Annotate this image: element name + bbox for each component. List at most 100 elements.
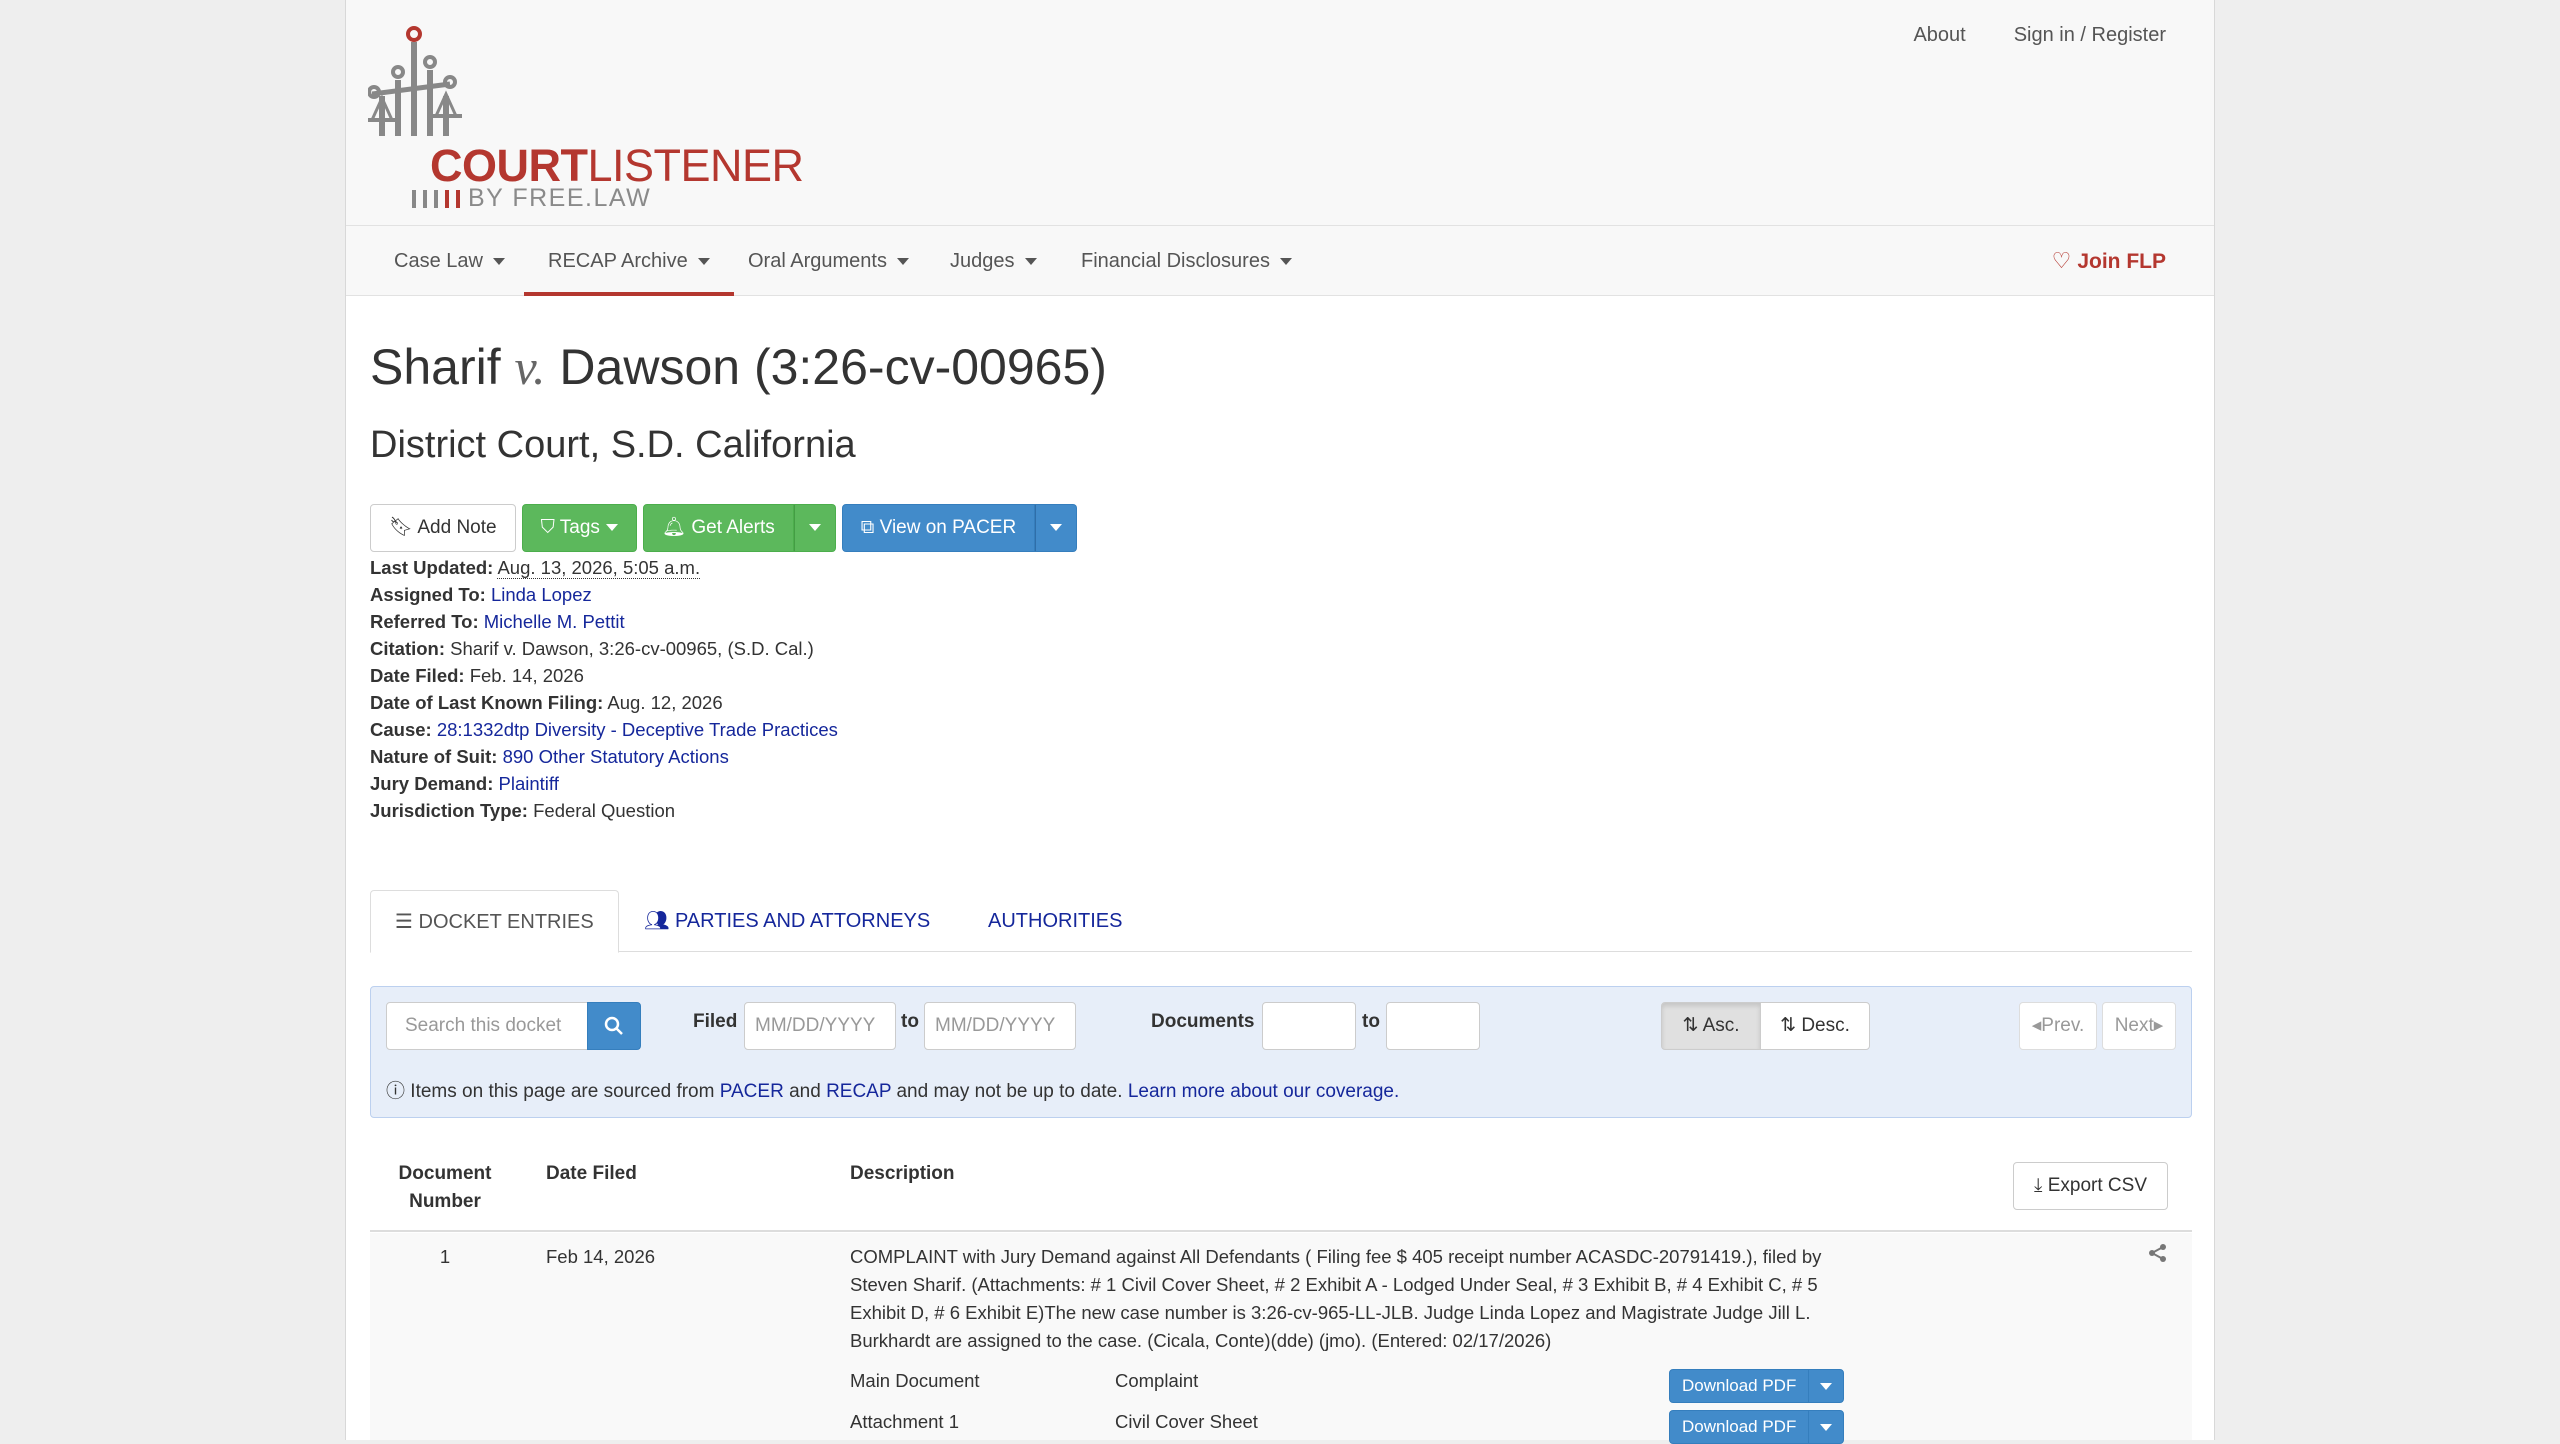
attachment-1-link[interactable]: Attachment 1 [850,1408,959,1436]
tab-docket-label: DOCKET ENTRIES [418,911,594,933]
view-on-pacer-button[interactable]: ⧉ View on PACER [841,504,1036,552]
filed-to-input[interactable]: MM/DD/YYYY [924,1002,1076,1050]
coverage-link[interactable]: Learn more about our coverage. [1128,1081,1399,1102]
pacer-link[interactable]: PACER [720,1081,784,1102]
tab-docket-entries[interactable]: ☰ DOCKET ENTRIES [370,890,619,953]
referred-judge-link[interactable]: Michelle M. Pettit [484,611,625,632]
share-icon[interactable] [2148,1243,2168,1263]
table-row: 1 Feb 14, 2026 COMPLAINT with Jury Deman… [370,1233,2192,1444]
scales-logo-icon [368,26,462,136]
col-document-number: Document Number [370,1160,520,1216]
page: COURTLISTENER BY FREE.LAW About Sign in … [345,0,2215,1444]
meta-citation: Citation: Sharif v. Dawson, 3:26-cv-0096… [370,635,838,662]
to-label: to [901,1011,919,1032]
recap-link[interactable]: RECAP [826,1081,891,1102]
add-note-label: Add Note [417,517,497,538]
coverage-notice: ⓘ Items on this page are sourced from PA… [386,1076,1399,1103]
meta-label: Jury Demand: [370,773,494,794]
col-doc-line-1: Document [398,1163,492,1184]
desc-line: Steven Sharif. (Attachments: # 1 Civil C… [850,1274,1818,1295]
nav-case-law[interactable]: Case Law [394,226,505,296]
date-filed-value: Feb. 14, 2026 [469,665,584,686]
tab-authorities[interactable]: AUTHORITIES [964,890,1146,953]
nature-of-suit-link[interactable]: 890 Other Statutory Actions [503,746,729,767]
bell-icon: 🔔︎ [661,517,687,538]
list-icon: ☰ [395,911,413,933]
documents-from-input[interactable] [1262,1002,1356,1050]
meta-label: Date of Last Known Filing: [370,692,604,713]
attachment-main-desc: Complaint [1115,1370,1199,1391]
alerts-dropdown-button[interactable] [793,504,836,552]
meta-nature: Nature of Suit: 890 Other Statutory Acti… [370,743,838,770]
notice-text: and may not be up to date. [896,1081,1123,1102]
sort-desc-icon: ⇅ [1780,1015,1797,1036]
download-pdf-label: Download PDF [1670,1411,1810,1443]
notice-text: and [789,1081,821,1102]
view-pacer-label: View on PACER [879,517,1017,538]
court-name: District Court, S.D. California [370,424,856,466]
caret-down-icon [605,524,618,532]
meta-jury: Jury Demand: Plaintiff [370,770,838,797]
jury-demand-link[interactable]: Plaintiff [499,773,559,794]
caret-down-icon[interactable] [1809,1370,1843,1402]
logo-bars-icon [412,190,467,213]
join-flp-link[interactable]: ♡ Join FLP [2052,226,2166,296]
sort-desc-button[interactable]: ⇅ Desc. [1760,1002,1870,1050]
docket-search-input[interactable]: Search this docket [386,1002,588,1050]
sort-asc-icon: ⇅ [1682,1015,1699,1036]
search-icon [604,1016,623,1035]
download-pdf-button[interactable]: Download PDF [1669,1369,1845,1403]
caret-down-icon [697,258,710,266]
nav-oral-arguments[interactable]: Oral Arguments [748,226,909,296]
nav-judges[interactable]: Judges [950,226,1037,296]
export-csv-button[interactable]: ⤓ Export CSV [2013,1162,2168,1210]
desc-line: Burkhardt are assigned to the case. (Cic… [850,1330,1552,1351]
attachment-main-link[interactable]: Main Document [850,1367,980,1395]
prev-label: Prev. [2041,1015,2085,1036]
meta-label: Date Filed: [370,665,465,686]
pacer-dropdown-button[interactable] [1035,504,1078,552]
about-link[interactable]: About [1913,24,1965,47]
tag-icon: ⛉ [540,517,555,538]
tab-parties-attorneys[interactable]: 👥︎ PARTIES AND ATTORNEYS [620,890,954,953]
courtlistener-logo[interactable]: COURTLISTENER BY FREE.LAW [368,24,804,214]
caret-down-icon [896,258,909,266]
meta-label: Citation: [370,638,446,659]
add-note-button[interactable]: 🔖︎ Add Note [370,504,516,552]
chevron-right-icon: ▸ [2153,1015,2164,1036]
nav-recap-label: RECAP Archive [548,250,688,272]
next-page-button[interactable]: Next▸ [2102,1002,2176,1050]
filed-from-input[interactable]: MM/DD/YYYY [744,1002,896,1050]
documents-to-input[interactable] [1386,1002,1480,1050]
download-pdf-button[interactable]: Download PDF [1669,1410,1845,1444]
top-links: About Sign in / Register [1913,24,2166,47]
sort-desc-label: Desc. [1801,1015,1850,1036]
info-icon: ⓘ [386,1081,406,1102]
cause-link[interactable]: 28:1332dtp Diversity - Deceptive Trade P… [437,719,838,740]
main-nav: Case Law RECAP Archive Oral Arguments Ju… [346,226,2214,296]
tags-button[interactable]: ⛉ Tags [521,504,637,552]
meta-last-updated: Last Updated: Aug. 13, 2026, 5:05 a.m. [370,554,838,581]
sign-in-link[interactable]: Sign in / Register [2014,24,2166,47]
entry-number: 1 [439,1246,451,1267]
page-title: Sharif v. Dawson (3:26-cv-00965) [370,338,1107,396]
meta-label: Assigned To: [370,584,486,605]
jurisdiction-value: Federal Question [533,800,676,821]
get-alerts-label: Get Alerts [691,517,775,538]
search-button[interactable] [587,1002,641,1050]
docket-table-header: Document Number Date Filed Description ⤓… [370,1150,2192,1232]
tags-label: Tags [559,517,600,538]
nav-financial-disclosures[interactable]: Financial Disclosures [1081,226,1292,296]
sort-asc-button[interactable]: ⇅ Asc. [1661,1002,1761,1050]
meta-label: Last Updated: [370,557,494,578]
assigned-judge-link[interactable]: Linda Lopez [491,584,592,605]
nav-recap-archive[interactable]: RECAP Archive [524,226,734,296]
prev-page-button[interactable]: ◂Prev. [2019,1002,2097,1050]
col-date-filed: Date Filed [546,1163,637,1184]
desc-line: Exhibit D, # 6 Exhibit E)The new case nu… [850,1302,1811,1323]
nav-case-law-label: Case Law [394,250,483,272]
caret-down-icon[interactable] [1809,1411,1843,1443]
meta-label: Jurisdiction Type: [370,800,528,821]
get-alerts-button[interactable]: 🔔︎ Get Alerts [642,504,794,552]
docket-tabs: ☰ DOCKET ENTRIES 👥︎ PARTIES AND ATTORNEY… [370,890,2192,953]
